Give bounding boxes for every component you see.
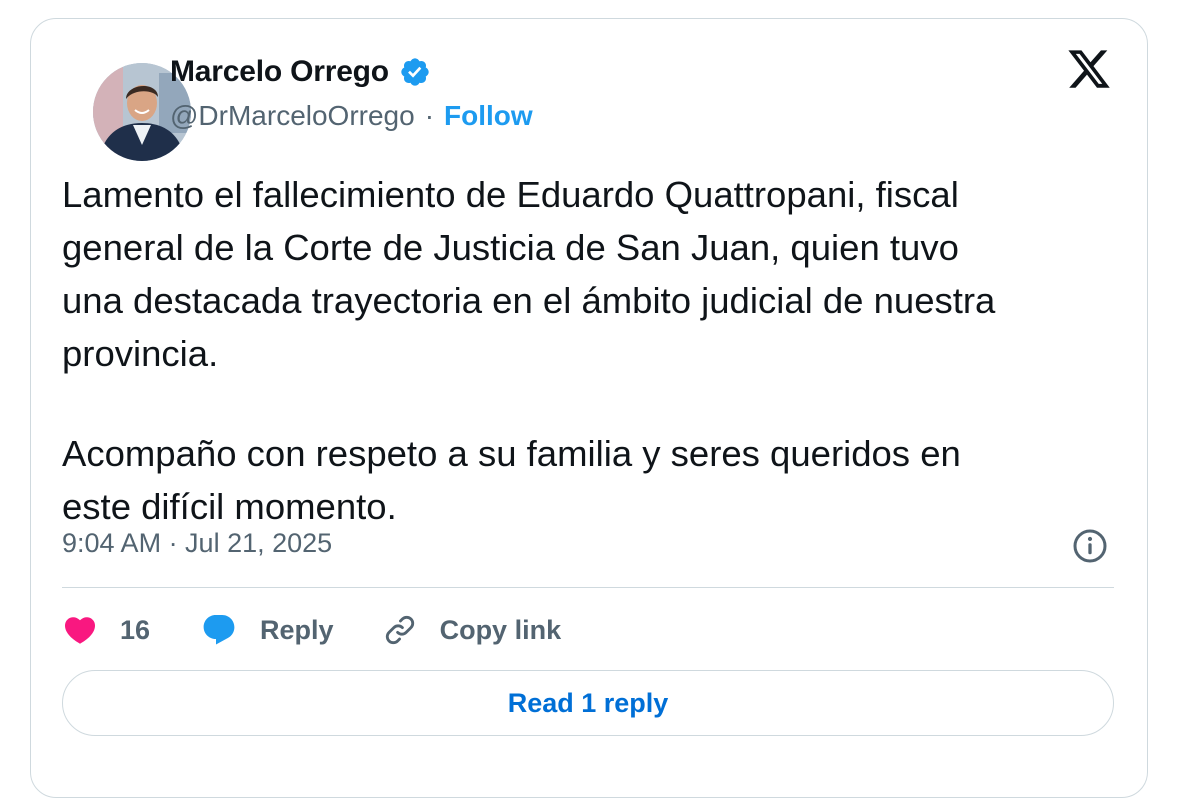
tweet-line: una destacada trayectoria en el ámbito j…: [62, 280, 996, 321]
author-name-row: Marcelo Orrego: [170, 54, 431, 90]
tweet-timestamp[interactable]: 9:04 AM · Jul 21, 2025: [62, 528, 332, 559]
reply-label: Reply: [260, 614, 334, 645]
action-bar: 16 Reply Copy link: [62, 606, 561, 654]
copy-link-label: Copy link: [439, 614, 562, 645]
verified-badge-icon: [399, 56, 431, 88]
link-icon: [382, 612, 418, 648]
info-icon[interactable]: [1072, 528, 1108, 564]
tweet-line: Lamento el fallecimiento de Eduardo Quat…: [62, 174, 959, 215]
read-replies-button[interactable]: Read 1 reply: [62, 670, 1114, 736]
tweet-line: provincia.: [62, 333, 219, 374]
tweet-line: general de la Corte de Justicia de San J…: [62, 227, 959, 268]
author-display-name[interactable]: Marcelo Orrego: [170, 55, 389, 89]
heart-icon: [62, 612, 98, 648]
tweet-line: Acompaño con respeto a su familia y sere…: [62, 433, 961, 474]
handle-separator: ·: [424, 100, 435, 131]
copy-link-button[interactable]: Copy link: [382, 612, 562, 648]
tweet-line: este difícil momento.: [62, 486, 397, 527]
follow-button[interactable]: Follow: [444, 100, 533, 132]
author-handle-row: @DrMarceloOrrego · Follow: [170, 98, 533, 134]
x-logo-icon[interactable]: [1064, 46, 1114, 92]
tweet-text: Lamento el fallecimiento de Eduardo Quat…: [62, 168, 1122, 533]
author-handle[interactable]: @DrMarceloOrrego: [170, 100, 415, 132]
speech-bubble-icon: [200, 612, 238, 648]
divider: [62, 587, 1114, 588]
reply-button[interactable]: Reply: [200, 612, 334, 648]
like-button[interactable]: 16: [62, 612, 150, 648]
like-count: 16: [120, 614, 151, 645]
